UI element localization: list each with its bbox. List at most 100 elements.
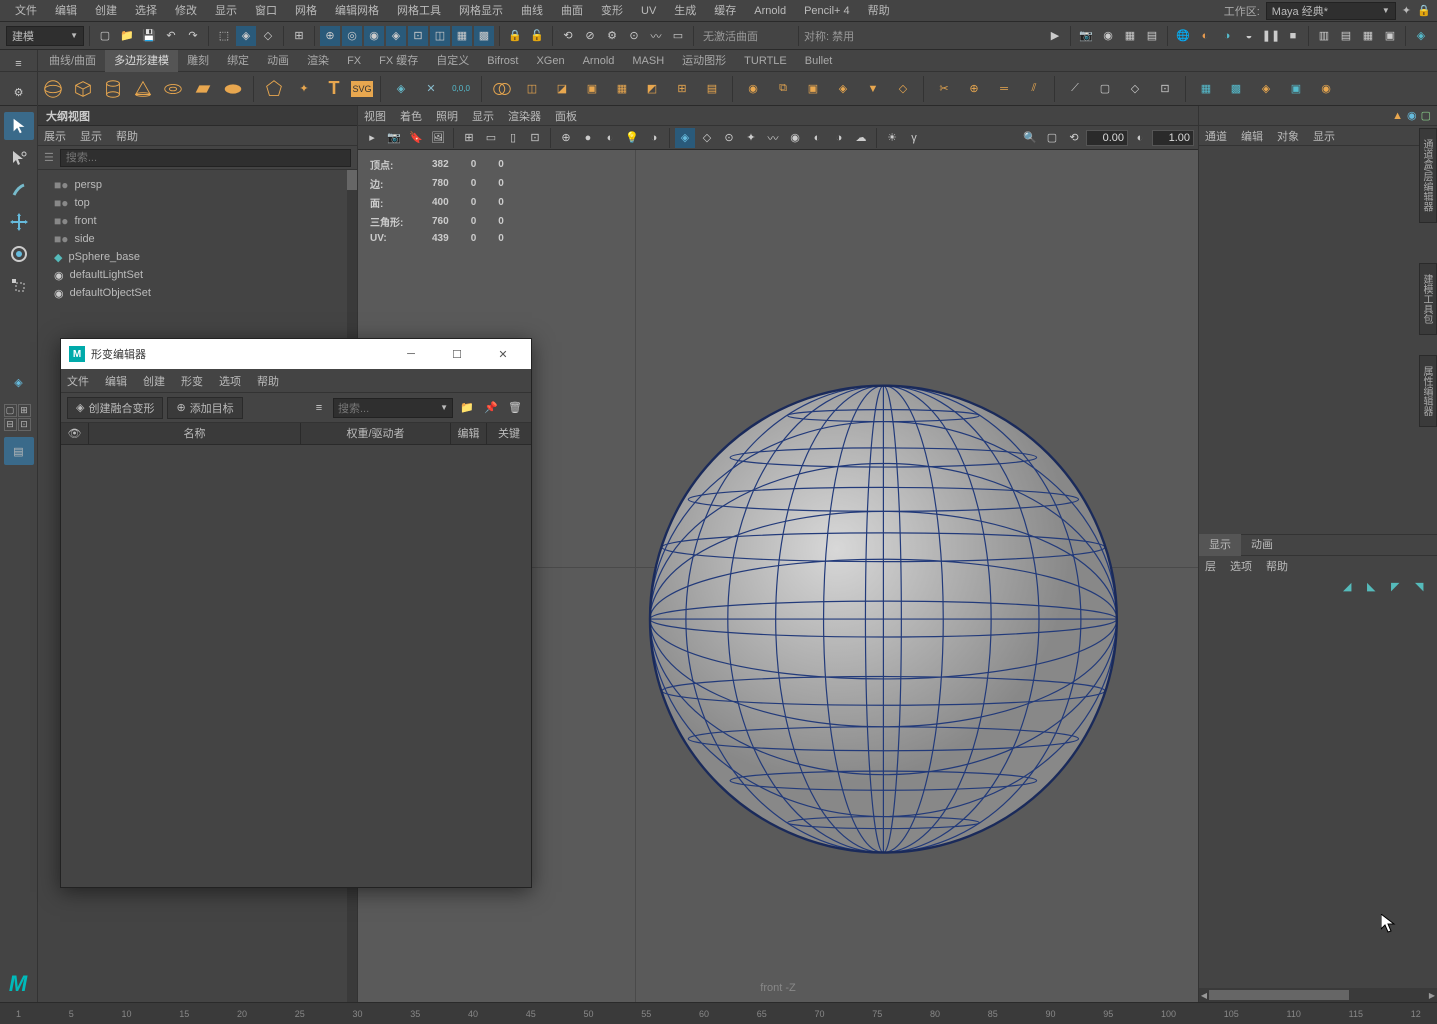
uv3-icon[interactable]: ◈ [1253,76,1279,102]
smooth-icon[interactable]: ◉ [740,76,766,102]
rotate-tool[interactable] [4,240,34,268]
torus-icon[interactable] [160,76,186,102]
menu-item[interactable]: UV [632,0,665,22]
light-editor-icon[interactable]: ◒ [1239,26,1259,46]
save-icon[interactable]: 💾 [139,26,159,46]
menu-item[interactable]: 创建 [86,0,126,22]
shelf-tab[interactable]: XGen [527,50,573,72]
vp-exposure-icon[interactable]: ☀ [882,128,902,148]
shelf-menu-icon[interactable]: ≡ [9,54,29,74]
separate-icon[interactable]: ◫ [519,76,545,102]
vp-film-icon[interactable]: ▭ [481,128,501,148]
add-target-button[interactable]: ⊕添加目标 [167,397,242,419]
pause-icon[interactable]: ❚❚ [1261,26,1281,46]
vp-exposure-value[interactable] [1086,130,1128,146]
sphere-icon[interactable] [40,76,66,102]
anim-layers-tab[interactable]: 动画 [1241,534,1283,556]
collapse-icon[interactable]: ▼ [860,76,886,102]
paint-select-tool[interactable] [4,176,34,204]
uv5-icon[interactable]: ◉ [1313,76,1339,102]
connect-icon[interactable]: ⟋ [1062,76,1088,102]
duplicate-icon[interactable]: ▣ [800,76,826,102]
vp-select-icon[interactable]: ▸ [362,128,382,148]
menu-item[interactable]: 变形 [592,0,632,22]
star-icon[interactable]: ✦ [291,76,317,102]
shelf-tab[interactable]: TURTLE [735,50,796,72]
scrollbar-horizontal[interactable]: ◀▶ [1199,988,1437,1002]
layout-4[interactable]: ⊡ [18,418,31,431]
snap-plane-icon[interactable]: ◈ [386,26,406,46]
stop-icon[interactable]: ■ [1283,26,1303,46]
menu-item[interactable]: 生成 [665,0,705,22]
redo-icon[interactable]: ↷ [183,26,203,46]
mode-selector[interactable]: 建模▼ [6,26,84,46]
layout-1[interactable]: ▢ [4,404,17,417]
tree-item[interactable]: ■●persp [38,176,357,194]
tree-item[interactable]: ◆pSphere_base [38,248,357,266]
weight-column[interactable]: 权重/驱动者 [301,423,451,445]
close-button[interactable]: ✕ [483,339,523,369]
open-icon[interactable]: 📁 [117,26,137,46]
select-tool[interactable] [4,112,34,140]
minimize-button[interactable]: ─ [391,339,431,369]
shelf-tab[interactable]: 动画 [258,50,298,72]
lock-icon[interactable]: 🔒 [1417,3,1431,19]
undo-icon[interactable]: ↶ [161,26,181,46]
vp-gamma-icon[interactable]: γ [904,128,924,148]
menu-item[interactable]: 显示 [206,0,246,22]
menu-item[interactable]: Pencil+ 4 [795,0,859,22]
platonic-icon[interactable] [261,76,287,102]
delete-icon[interactable]: 🗑 [505,398,525,418]
menu-item[interactable]: Arnold [745,0,795,22]
vp-textured-icon[interactable]: ◐ [600,128,620,148]
sculpt-icon[interactable]: ◇ [1122,76,1148,102]
menu-item[interactable]: 网格显示 [450,0,512,22]
menu-item[interactable]: 修改 [166,0,206,22]
layout-2[interactable]: ⊞ [18,404,31,417]
render-seq-icon[interactable]: ▤ [1142,26,1162,46]
attribute-editor-tab[interactable]: 属性编辑器 [1419,355,1437,427]
panel3-icon[interactable]: ▦ [1358,26,1378,46]
dialog-body[interactable] [61,445,531,887]
modeling-toolkit-tab[interactable]: 建模工具包 [1419,263,1437,335]
shelf-tab[interactable]: Bifrost [478,50,527,72]
cylinder-icon[interactable] [100,76,126,102]
menu-item[interactable]: 曲线 [512,0,552,22]
star-icon[interactable]: ✦ [1402,4,1411,17]
layer-sel-icon[interactable]: ◥ [1415,580,1431,596]
vp-grid-icon[interactable]: ⊞ [459,128,479,148]
vp-camera-icon[interactable]: 📷 [384,128,404,148]
shelf-tab[interactable]: 绑定 [218,50,258,72]
render-view-icon[interactable]: 📷 [1076,26,1096,46]
snap-edge-icon[interactable]: ▦ [452,26,472,46]
workspace-selector[interactable]: Maya 经典* ▼ [1266,2,1396,20]
snap-icon[interactable]: ⊞ [289,26,309,46]
outliner-menu-item[interactable]: 帮助 [116,128,138,144]
snap-point-icon[interactable]: ◉ [364,26,384,46]
snap-curve-icon[interactable]: ◎ [342,26,362,46]
add-icon[interactable]: 📁 [457,398,477,418]
shelf-tab[interactable]: 雕刻 [178,50,218,72]
menu-item[interactable]: 编辑网格 [326,0,388,22]
scale-tool[interactable] [4,272,34,300]
uv1-icon[interactable]: ▦ [1193,76,1219,102]
menu-item[interactable]: 帮助 [859,0,899,22]
vp-fog-icon[interactable]: ☁ [851,128,871,148]
vp-light-icon[interactable]: 💡 [622,128,642,148]
vp-gamma-value[interactable] [1152,130,1194,146]
vp-bookmark-icon[interactable]: 🔖 [406,128,426,148]
offset-edge-icon[interactable]: ⫽ [1021,76,1047,102]
surface-icon[interactable]: ▭ [668,26,688,46]
snap-face-icon[interactable]: ▩ [474,26,494,46]
svg-icon[interactable]: SVG [351,81,373,97]
target-weld-icon[interactable]: ⊕ [961,76,987,102]
outliner-menu-item[interactable]: 展示 [44,128,66,144]
layout-custom[interactable]: ▤ [4,437,34,465]
hypershade-icon[interactable]: ◑ [1217,26,1237,46]
timeline[interactable]: 1510152025303540455055606570758085909510… [0,1002,1437,1024]
layout-3[interactable]: ⊟ [4,418,17,431]
shelf-tab[interactable]: 多边形建模 [105,50,178,72]
magnet-icon[interactable]: ⊙ [624,26,644,46]
panel1-icon[interactable]: ▥ [1314,26,1334,46]
shelf-tab[interactable]: 自定义 [427,50,478,72]
